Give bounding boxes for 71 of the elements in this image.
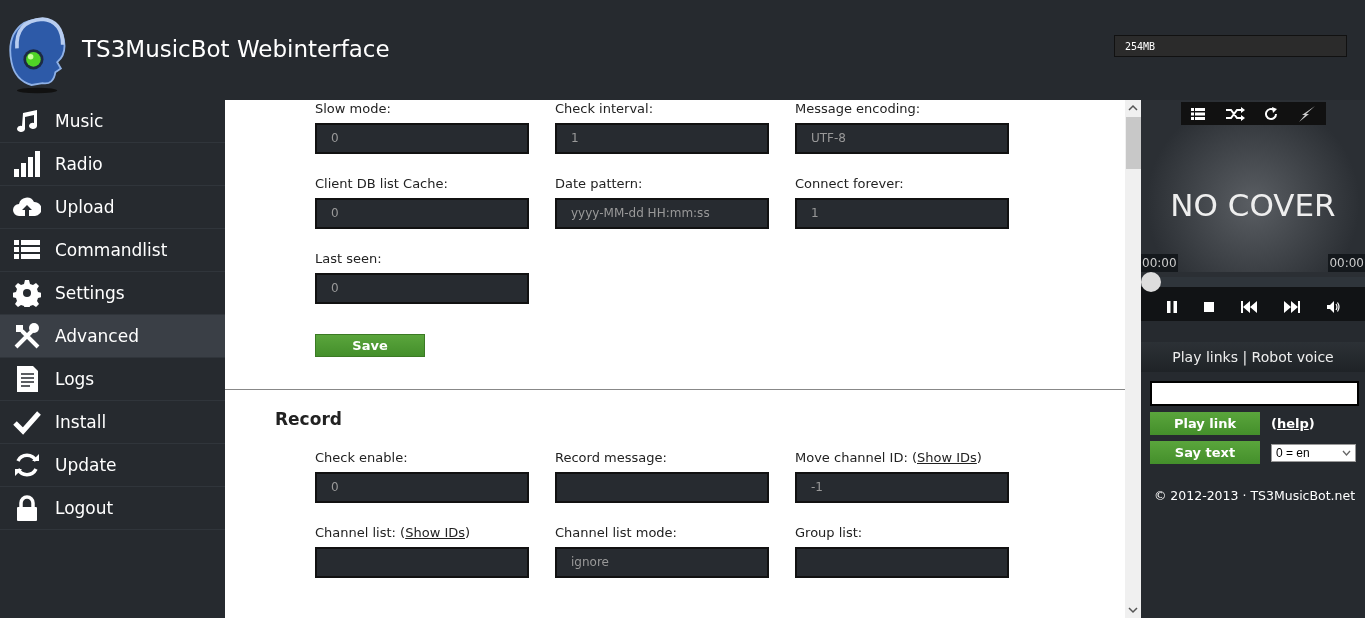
save-button[interactable]: Save [315,334,425,357]
input-field[interactable]: UTF-8 [795,123,1009,154]
volume-icon[interactable] [1326,299,1341,314]
field-label: Group list: [795,525,864,541]
show-ids-link[interactable]: Show IDs [917,450,977,465]
input-field[interactable]: 0 [315,198,529,229]
wrench-screwdriver-icon [13,322,41,350]
voice-select[interactable]: 0 = en [1271,443,1356,462]
panel-heading: Play links | Robot voice [1141,342,1365,372]
repeat-icon[interactable] [1263,105,1280,122]
list-icon[interactable] [1189,106,1206,121]
stop-icon[interactable] [1202,300,1215,313]
field-label: Record message: [555,450,668,466]
progress-handle[interactable] [1141,272,1161,292]
field-label: Date pattern: [555,176,644,192]
field-label: Channel list mode: [555,525,678,541]
dropdown-caret-icon [1342,449,1351,456]
input-field[interactable]: 1 [555,123,769,154]
refresh-icon [13,451,41,479]
memory-indicator: 254MB [1114,35,1347,57]
sidebar-item[interactable]: Music [0,100,225,143]
sidebar-item[interactable]: Logs [0,358,225,401]
field-label: Check enable: [315,450,409,466]
shuffle-icon[interactable] [1224,106,1245,121]
show-ids-link[interactable]: Show IDs [405,525,465,540]
field-label: Client DB list Cache: [315,176,449,192]
help-link[interactable]: help [1276,416,1309,431]
field-label: Slow mode: [315,101,392,117]
input-field[interactable] [315,547,529,578]
sidebar-item[interactable]: Upload [0,186,225,229]
field-label: Channel list: (Show IDs) [315,525,472,541]
scrollbar-thumb[interactable] [1125,117,1141,169]
sidebar-item[interactable]: Logout [0,487,225,530]
total-time: 00:00 [1328,254,1365,272]
sidebar-item[interactable]: Install [0,401,225,444]
input-field[interactable]: 1 [795,198,1009,229]
input-field[interactable]: -1 [795,472,1009,503]
say-text-button[interactable]: Say text [1150,441,1260,464]
input-field[interactable]: yyyy-MM-dd HH:mm:ss [555,198,769,229]
input-field[interactable]: 0 [315,472,529,503]
elapsed-time: 00:00 [1141,254,1178,272]
input-field[interactable] [795,547,1009,578]
next-track-icon[interactable] [1283,299,1302,314]
pause-icon[interactable] [1165,299,1178,314]
field-label: Message encoding: [795,101,922,117]
signal-bars-icon [13,150,41,178]
sidebar-item[interactable]: Commandlist [0,229,225,272]
input-field[interactable]: ignore [555,547,769,578]
app-title: TS3MusicBot Webinterface [82,36,390,62]
scrollbar[interactable] [1125,100,1141,618]
scroll-down-icon[interactable] [1128,606,1138,614]
sidebar-item[interactable]: Radio [0,143,225,186]
copyright-text: © 2012-2013 · TS3MusicBot.net [1152,488,1357,503]
input-field[interactable] [555,472,769,503]
input-field[interactable]: 0 [315,273,529,304]
sidebar-item[interactable]: Update [0,444,225,487]
field-label: Move channel ID: (Show IDs) [795,450,983,466]
scroll-up-icon[interactable] [1128,104,1138,112]
field-label: Check interval: [555,101,655,117]
no-cover-text: NO COVER [1170,187,1336,223]
field-label: Connect forever: [795,176,905,192]
help-text: (help) [1271,416,1315,431]
section-heading: Record [275,409,343,429]
gear-icon [13,279,41,307]
play-link-button[interactable]: Play link [1150,412,1260,435]
previous-track-icon[interactable] [1239,299,1258,314]
sidebar-item[interactable]: Advanced [0,315,225,358]
link-input-field[interactable] [1150,381,1359,406]
input-field[interactable]: 0 [315,123,529,154]
progress-track[interactable] [1141,272,1365,292]
field-label: Last seen: [315,251,383,267]
